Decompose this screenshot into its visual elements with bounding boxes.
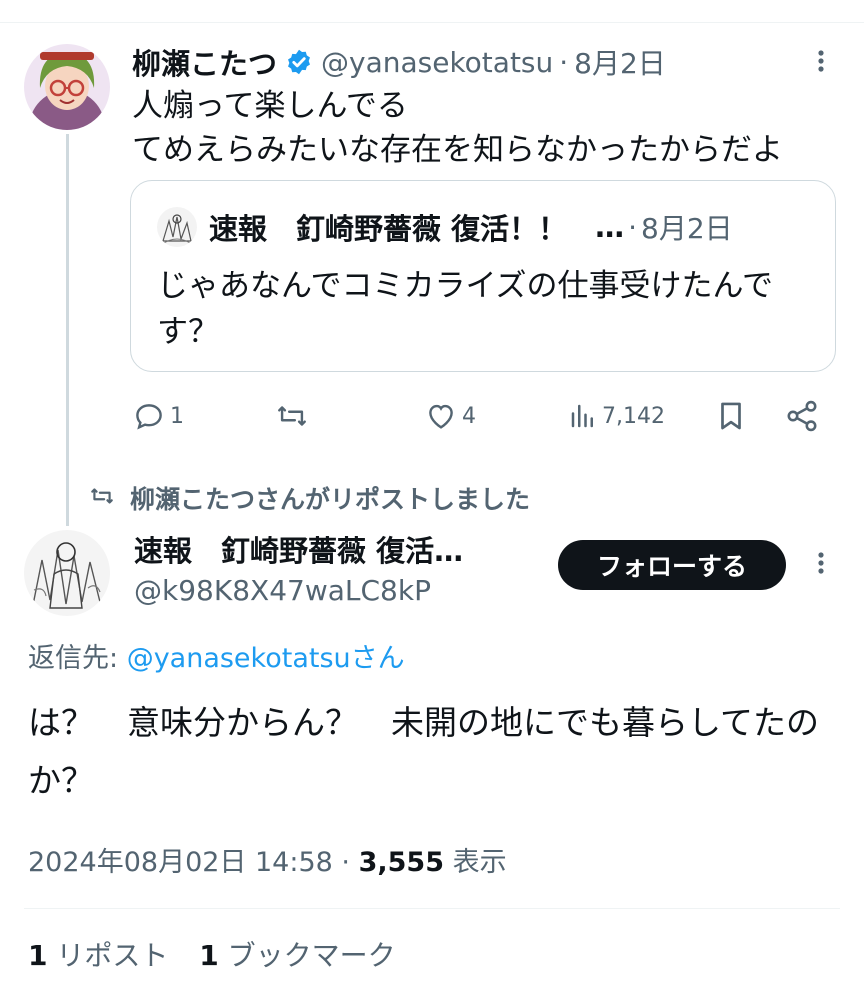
views-count: 3,555 — [358, 847, 444, 878]
repost-indicator: 柳瀬こたつさんがリポストしました — [88, 478, 530, 518]
reply-prefix: 返信先: — [28, 643, 127, 674]
retweet-icon — [88, 483, 116, 513]
author-name[interactable]: 速報 釘崎野薔薇 復活… — [134, 528, 463, 570]
bookmark-count: 1 — [199, 939, 219, 972]
view-count: 7,142 — [602, 403, 665, 429]
reply-button[interactable]: 1 — [132, 396, 184, 436]
retweet-icon — [274, 399, 310, 433]
separator-dot: · — [559, 45, 569, 79]
views-icon — [568, 399, 598, 433]
timestamp[interactable]: 2024年08月02日 14:58 — [28, 847, 333, 878]
reply-mention-link[interactable]: @yanasekotatsu — [127, 643, 351, 674]
tweet-text: 人煽って楽しんでる てめえらみたいな存在を知らなかったからだよ — [132, 84, 783, 172]
reply-suffix: さん — [350, 643, 405, 674]
top-divider — [0, 22, 864, 23]
views-button[interactable]: 7,142 — [568, 396, 665, 436]
tweet-text-line: 人煽って楽しんでる — [132, 88, 408, 124]
engagement-stats: 1 リポスト 1 ブックマーク — [28, 934, 396, 974]
share-icon — [784, 398, 820, 434]
reply-icon — [132, 399, 166, 433]
repost-label: リポスト — [47, 939, 169, 972]
avatar-yanasekotatsu[interactable] — [24, 44, 110, 130]
avatar-k98K8X47waLC8kP[interactable] — [24, 530, 110, 616]
author-handle[interactable]: @k98K8X47waLC8kP — [134, 574, 431, 607]
like-count: 4 — [462, 403, 476, 429]
retweet-button[interactable] — [274, 396, 310, 436]
separator-dot: · — [332, 847, 359, 878]
quoted-text: じゃあなんでコミカライズの仕事受けたんです？ — [157, 268, 773, 350]
bookmark-button[interactable] — [714, 396, 748, 436]
quoted-avatar — [157, 207, 197, 247]
bookmark-stat[interactable]: 1 ブックマーク — [199, 939, 395, 972]
action-bar: 1 4 7,142 — [132, 396, 836, 436]
views-label: 表示 — [443, 847, 507, 878]
separator-dot: · — [628, 210, 638, 244]
quoted-tweet-card[interactable]: 速報 釘崎野薔薇 復活！！ … · 8月2日 じゃあなんでコミカライズの仕事受け… — [130, 180, 836, 372]
tweet-header: 柳瀬こたつ @yanasekotatsu · 8月2日 — [132, 42, 666, 82]
like-button[interactable]: 4 — [424, 396, 476, 436]
quoted-name-ellipsis: … — [595, 210, 625, 244]
tweet-text: は？ 意味分からん？ 未開の地にでも暮らしてたのか？ — [28, 703, 820, 800]
bookmark-label: ブックマーク — [218, 939, 396, 972]
bookmark-icon — [714, 398, 748, 434]
more-icon[interactable] — [806, 548, 836, 578]
author-handle[interactable]: @yanasekotatsu — [321, 46, 553, 79]
follow-button[interactable]: フォローする — [558, 540, 786, 590]
reply-count: 1 — [170, 403, 184, 429]
tweet-meta: 2024年08月02日 14:58 · 3,555 表示 — [28, 840, 507, 879]
repost-label[interactable]: 柳瀬こたつさんがリポストしました — [130, 480, 530, 516]
thread-connector-line — [66, 134, 69, 526]
more-icon[interactable] — [806, 46, 836, 76]
quoted-header: 速報 釘崎野薔薇 復活！！ … · 8月2日 — [209, 205, 733, 249]
verified-badge-icon — [285, 48, 313, 76]
stats-divider — [24, 908, 840, 909]
share-button[interactable] — [784, 396, 820, 436]
quoted-author-name: 速報 釘崎野薔薇 復活！！ — [209, 212, 568, 246]
reply-context: 返信先: @yanasekotatsuさん — [28, 636, 405, 675]
tweet-date[interactable]: 8月2日 — [574, 42, 666, 82]
quoted-date: 8月2日 — [641, 212, 733, 245]
repost-stat[interactable]: 1 リポスト — [28, 939, 168, 972]
repost-count: 1 — [28, 939, 48, 972]
tweet-text-line: てめえらみたいな存在を知らなかったからだよ — [132, 132, 783, 168]
author-name[interactable]: 柳瀬こたつ — [132, 41, 277, 83]
like-icon — [424, 399, 458, 433]
